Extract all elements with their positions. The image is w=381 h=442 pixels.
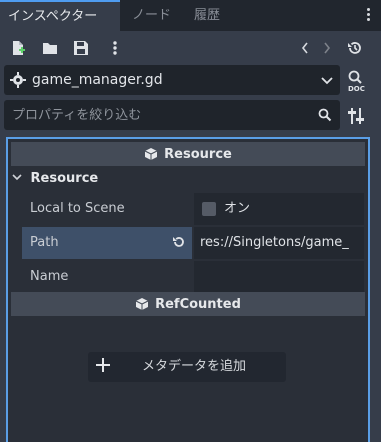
chevron-down-icon xyxy=(320,73,334,91)
revert-icon[interactable] xyxy=(172,235,186,253)
property-label: Name xyxy=(30,269,69,284)
inspector-properties: Resource Resource Local to Scene オン Path… xyxy=(6,137,370,442)
resource-category[interactable]: Resource xyxy=(12,168,98,190)
dock-tab-bar: インスペクター ノード 履歴 xyxy=(0,0,381,31)
property-path: Path res://Singletons/game_ xyxy=(22,227,364,259)
more-vertical-icon[interactable] xyxy=(106,39,124,57)
checkbox-box xyxy=(202,202,216,216)
path-value: res://Singletons/game_ xyxy=(200,235,349,250)
object-selector-value: game_manager.gd xyxy=(32,72,163,88)
object-selector[interactable]: game_manager.gd xyxy=(4,65,340,95)
resource-section-header[interactable]: Resource xyxy=(11,142,365,166)
plus-icon xyxy=(96,358,110,376)
tab-node-label: ノード xyxy=(132,8,172,23)
history-icon[interactable] xyxy=(346,39,364,57)
property-local-to-scene: Local to Scene オン xyxy=(22,193,364,225)
tab-inspector[interactable]: インスペクター xyxy=(0,0,120,31)
gear-icon xyxy=(10,72,26,92)
cube-icon xyxy=(135,298,149,310)
add-metadata-label: メタデータを追加 xyxy=(142,359,247,374)
tab-node[interactable]: ノード xyxy=(124,0,179,31)
refcounted-section-header[interactable]: RefCounted xyxy=(11,292,365,316)
inspector-toolbar xyxy=(0,31,381,63)
tab-history[interactable]: 履歴 xyxy=(186,0,228,31)
property-label: Local to Scene xyxy=(30,201,125,216)
search-icon xyxy=(318,108,332,126)
forward-icon[interactable] xyxy=(318,39,336,57)
inspector-panel: game_manager.gd DOC Resource Resour xyxy=(0,31,381,442)
doc-help-button[interactable]: DOC xyxy=(345,69,371,95)
chevron-down-icon xyxy=(12,169,26,191)
back-icon[interactable] xyxy=(296,39,314,57)
checkbox-label: オン xyxy=(224,201,251,216)
refcounted-section-title: RefCounted xyxy=(155,296,241,312)
doc-label: DOC xyxy=(348,85,365,93)
cube-icon xyxy=(144,148,158,160)
name-field[interactable] xyxy=(194,261,364,293)
property-label: Path xyxy=(22,227,192,259)
path-field[interactable]: res://Singletons/game_ xyxy=(194,227,364,259)
filter-properties-input[interactable] xyxy=(4,100,314,130)
property-filter xyxy=(4,100,340,130)
resource-category-label: Resource xyxy=(30,171,99,186)
dock-menu-icon[interactable] xyxy=(361,6,375,24)
new-resource-icon[interactable] xyxy=(9,39,27,57)
local-to-scene-checkbox[interactable]: オン xyxy=(194,193,364,225)
open-folder-icon[interactable] xyxy=(41,39,59,57)
resource-section-title: Resource xyxy=(164,146,232,162)
tab-inspector-label: インスペクター xyxy=(8,9,98,24)
add-metadata-button[interactable]: メタデータを追加 xyxy=(88,352,286,382)
sliders-icon[interactable] xyxy=(347,107,365,125)
save-icon[interactable] xyxy=(72,39,90,57)
tab-history-label: 履歴 xyxy=(194,8,221,23)
property-name: Name xyxy=(22,261,364,293)
